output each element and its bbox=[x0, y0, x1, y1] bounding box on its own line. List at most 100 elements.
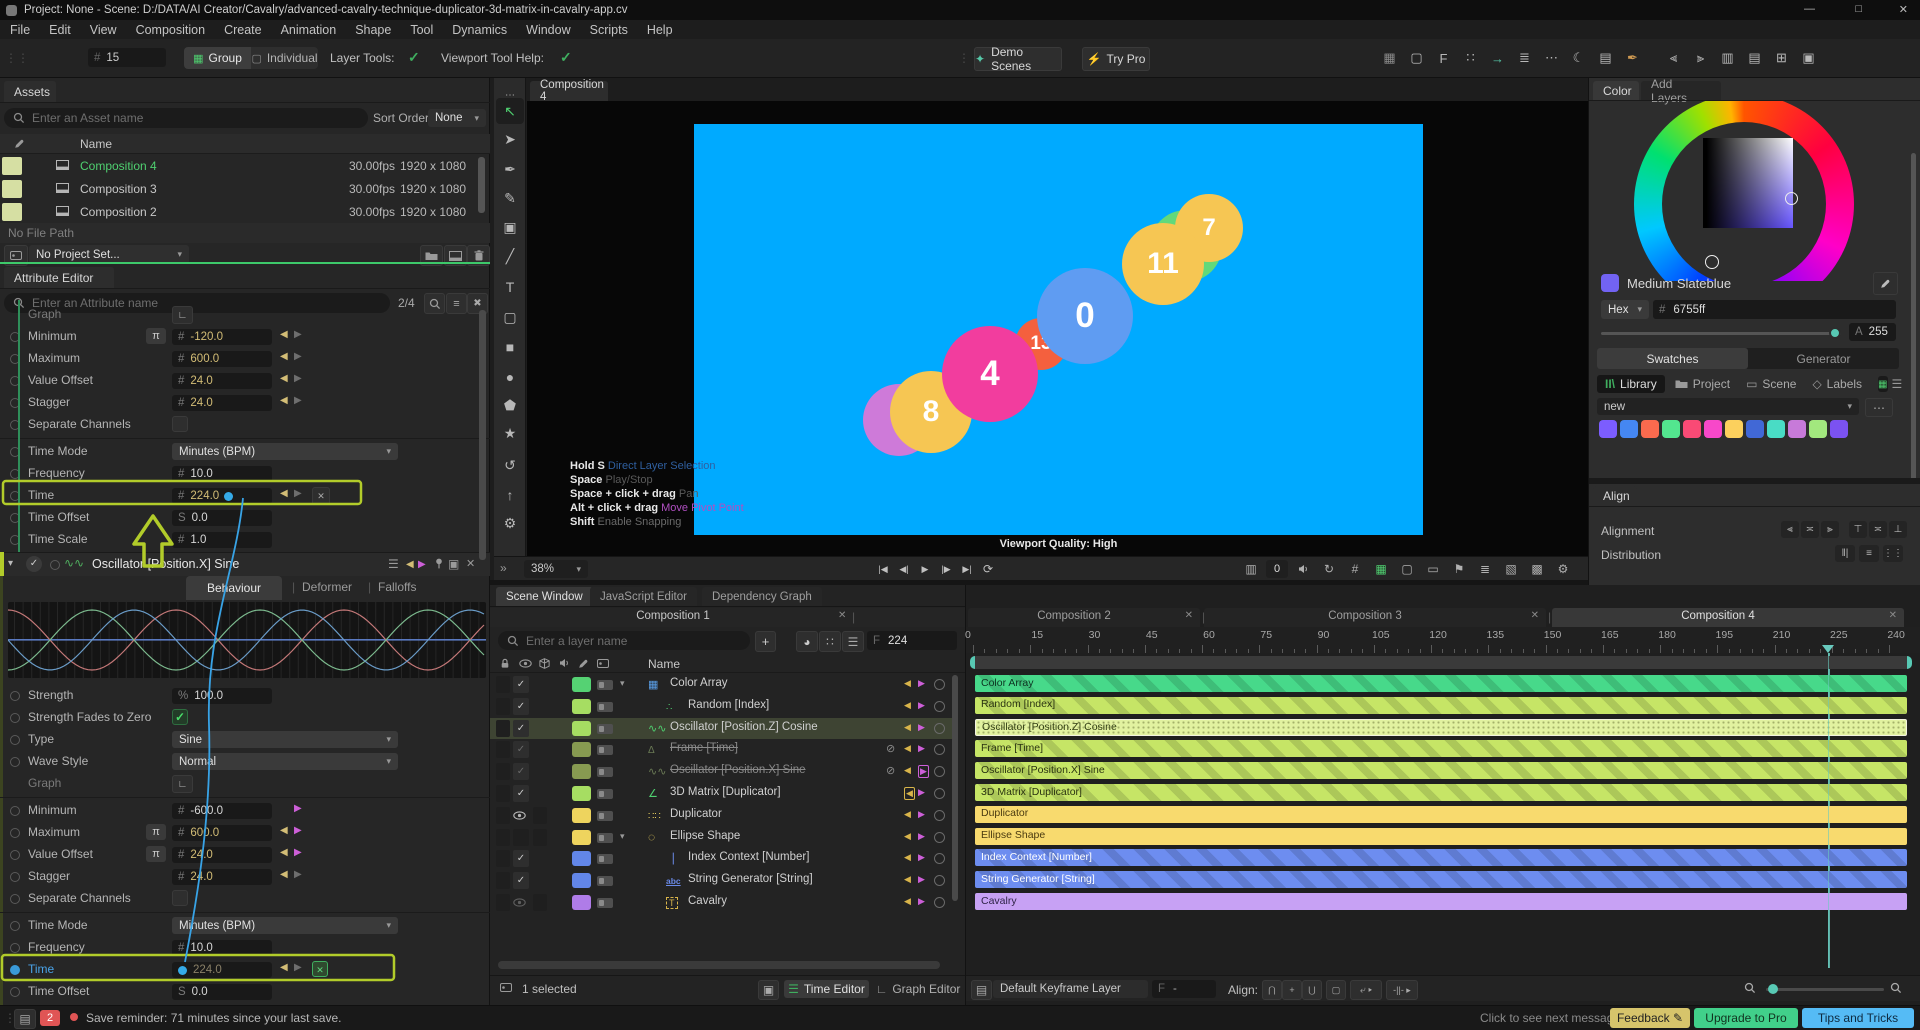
clip-toggle[interactable] bbox=[597, 810, 613, 821]
gear-icon[interactable]: ⚙ bbox=[1552, 560, 1574, 578]
clip-toggle[interactable] bbox=[597, 680, 613, 690]
enabled-checkbox[interactable]: ✓ bbox=[513, 741, 529, 759]
shade-icon[interactable]: ▧ bbox=[1500, 560, 1522, 578]
timeline-track-random-index-[interactable]: Random [Index] bbox=[975, 696, 1907, 714]
attr-value-field[interactable]: #600.0 bbox=[172, 351, 272, 367]
keyframe-radio[interactable] bbox=[10, 828, 20, 838]
attr-value-field[interactable]: #24.0 bbox=[172, 395, 272, 411]
zoom-level-dropdown[interactable]: 38% ▾ bbox=[524, 560, 588, 578]
prev-key-arrow[interactable]: ◀ bbox=[406, 559, 414, 570]
hash-icon[interactable]: # bbox=[1344, 560, 1366, 578]
attr-value-field[interactable]: % 100.0 bbox=[172, 688, 272, 704]
box-select-button[interactable]: ▢ bbox=[1326, 980, 1346, 1000]
columns-icon[interactable]: ▥ bbox=[1716, 47, 1739, 69]
prev-key-arrow[interactable]: ◀ bbox=[904, 896, 911, 907]
keyframe-radio[interactable] bbox=[10, 921, 20, 931]
solo-radio[interactable] bbox=[50, 560, 60, 570]
layer-color-swatch[interactable] bbox=[572, 742, 591, 758]
next-key-arrow[interactable]: ▶ bbox=[918, 700, 925, 711]
table-icon[interactable]: ▤ bbox=[1594, 47, 1617, 69]
timeline-zoom-slider[interactable] bbox=[1766, 988, 1884, 991]
palette-swatch[interactable] bbox=[1704, 420, 1722, 438]
individual-button[interactable]: ▢ Individual bbox=[251, 47, 318, 69]
current-color-swatch[interactable] bbox=[1601, 274, 1619, 292]
layer-color-swatch[interactable] bbox=[572, 698, 591, 714]
tool-line-icon[interactable]: ╱ bbox=[496, 243, 524, 269]
palette-more-button[interactable]: ⋯ bbox=[1865, 398, 1893, 417]
notes-icon[interactable]: ▤ bbox=[14, 1009, 36, 1029]
next-key-arrow[interactable]: ▶ bbox=[918, 743, 925, 754]
keyframe-radio[interactable] bbox=[934, 744, 945, 756]
tool-select-cursor-icon[interactable]: ↖ bbox=[496, 98, 524, 124]
attr-value-field[interactable]: #10.0 bbox=[172, 940, 272, 956]
hex-mode-dropdown[interactable]: Hex ▾ bbox=[1601, 300, 1649, 319]
scene-tab-2[interactable]: Dependency Graph bbox=[702, 587, 822, 606]
menu-dynamics[interactable]: Dynamics bbox=[452, 23, 507, 37]
asset-color-swatch[interactable] bbox=[2, 203, 22, 221]
layer-color-swatch[interactable] bbox=[572, 873, 591, 889]
layer-row-oscillator-position-z-cosine[interactable]: ✓ ∿∿ Oscillator [Position.Z] Cosine ◀ ▶ bbox=[490, 717, 952, 739]
pi-badge[interactable]: π bbox=[146, 824, 166, 840]
group-button[interactable]: ▦ Group bbox=[184, 47, 251, 69]
viewport-tool-help-check[interactable]: ✓ bbox=[560, 49, 572, 66]
add-layer-button[interactable]: + bbox=[755, 631, 776, 652]
menu-scripts[interactable]: Scripts bbox=[590, 23, 628, 37]
timeline-track-color-array[interactable]: Color Array bbox=[975, 675, 1907, 692]
distribute-button-2[interactable]: ⋮⋮ bbox=[1883, 545, 1903, 562]
transport-play-button[interactable]: ▶ bbox=[916, 561, 934, 577]
color-tab[interactable]: Color bbox=[1593, 81, 1639, 100]
layer-row-ellipse-shape[interactable]: ▾ ◌ Ellipse Shape ◀ ▶ bbox=[490, 827, 952, 848]
color-wheel[interactable] bbox=[1589, 101, 1920, 281]
keyframe-radio[interactable] bbox=[934, 897, 945, 908]
tool-star-icon[interactable]: ★ bbox=[496, 420, 524, 446]
key-snap-button[interactable]: -||- ▸ bbox=[1386, 980, 1418, 1000]
eyedropper-button[interactable] bbox=[1873, 272, 1898, 295]
next-key-arrow[interactable]: ▶ bbox=[294, 488, 302, 499]
panel-icon[interactable]: ▢ bbox=[1405, 47, 1428, 69]
collapse-caret-icon[interactable]: ▾ bbox=[8, 558, 13, 569]
pin-icon[interactable] bbox=[434, 558, 444, 569]
viewport-tab[interactable]: Composition 4 bbox=[530, 79, 608, 103]
sort-order-dropdown[interactable]: None ▾ bbox=[428, 109, 486, 127]
attr-dropdown[interactable]: Minutes (BPM) ▾ bbox=[172, 917, 398, 934]
graph-button[interactable]: ∟ bbox=[172, 306, 193, 324]
notification-badge[interactable]: 2 bbox=[40, 1010, 60, 1026]
next-message-link[interactable]: Click to see next message bbox=[1480, 1011, 1620, 1025]
keyframe-radio[interactable] bbox=[10, 713, 20, 723]
scene-comp-tab[interactable]: Composition 1 bbox=[508, 610, 838, 622]
clip-toggle[interactable] bbox=[597, 898, 613, 908]
asset-row[interactable]: Composition 4 30.00fps 1920 x 1080 bbox=[0, 155, 490, 177]
menu-help[interactable]: Help bbox=[647, 23, 673, 37]
layer-color-swatch[interactable] bbox=[572, 677, 591, 692]
close-icon[interactable]: ✕ bbox=[838, 610, 846, 621]
align-tab[interactable]: Align bbox=[1593, 486, 1637, 506]
menu-view[interactable]: View bbox=[90, 23, 117, 37]
project-tab[interactable]: Project bbox=[1669, 375, 1736, 393]
layer-row-color-array[interactable]: ✓ ▾ ▦ Color Array ◀ ▶ bbox=[490, 674, 952, 695]
align-left-icon[interactable]: ⫷ bbox=[1662, 47, 1685, 69]
rows-icon[interactable]: ▤ bbox=[1743, 47, 1766, 69]
layer-row-duplicator[interactable]: ∷∷ Duplicator ◀ ▶ bbox=[490, 805, 952, 826]
tool-pencil-icon[interactable]: ✎ bbox=[496, 185, 524, 211]
keyframe-radio[interactable] bbox=[10, 691, 20, 701]
prev-key-arrow[interactable]: ◀ bbox=[904, 852, 911, 863]
next-key-arrow[interactable]: ▶ bbox=[294, 803, 302, 814]
attr-value-field[interactable]: S 0.0 bbox=[172, 510, 272, 526]
align-keys-left-button[interactable]: ⋂ bbox=[1262, 980, 1282, 1000]
attr-dropdown[interactable]: Normal ▾ bbox=[172, 753, 398, 770]
asset-row[interactable]: Composition 2 30.00fps 1920 x 1080 bbox=[0, 201, 490, 223]
layer-color-swatch[interactable] bbox=[572, 764, 591, 780]
enabled-checkbox[interactable]: ✓ bbox=[513, 785, 529, 802]
next-key-arrow[interactable]: ▶ bbox=[294, 395, 302, 406]
attr-checkbox[interactable]: ✓ bbox=[172, 709, 188, 725]
timeline-tab-4[interactable]: Composition 4 ✕ bbox=[1552, 608, 1904, 627]
layer-search-input[interactable]: Enter a layer name bbox=[498, 631, 750, 650]
visibility-eye-icon[interactable] bbox=[513, 898, 526, 907]
snap-angle-field[interactable]: #15 bbox=[88, 48, 166, 67]
alpha-slider-handle[interactable] bbox=[1829, 327, 1841, 339]
remove-connection-button[interactable]: ✕ bbox=[312, 487, 330, 505]
close-icon[interactable]: ✕ bbox=[1889, 610, 1897, 621]
layer-row-random-index-[interactable]: ✓ ∴ Random [Index] ◀ ▶ bbox=[490, 696, 952, 717]
clip-toggle[interactable] bbox=[597, 745, 613, 756]
next-key-arrow[interactable]: ▶ bbox=[294, 869, 302, 880]
